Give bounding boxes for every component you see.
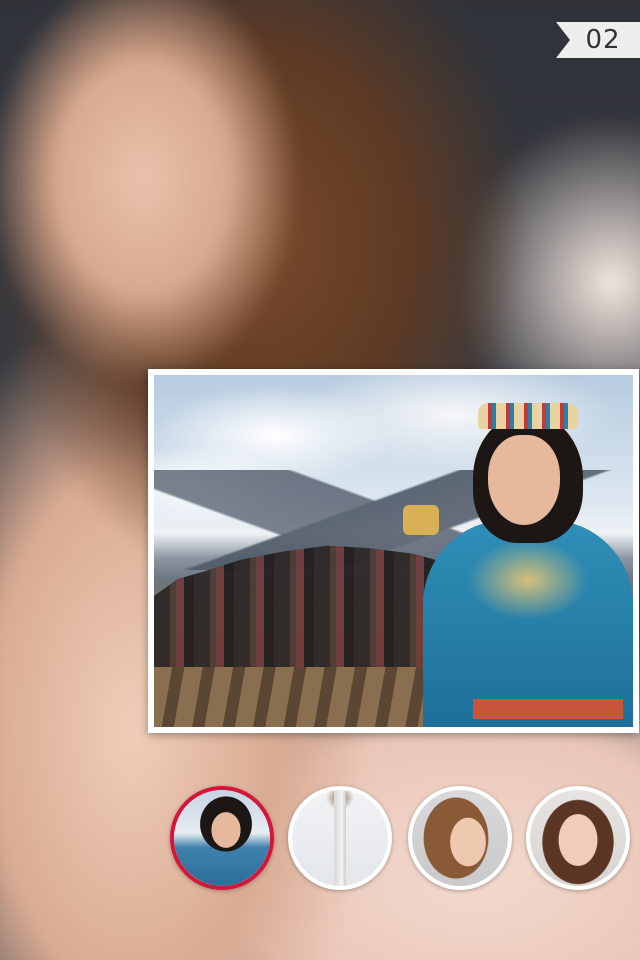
prayer-wheel — [403, 505, 439, 535]
thumbnail-2[interactable] — [288, 786, 392, 890]
page-number-label: 02 — [585, 25, 621, 55]
thumbnail-image — [530, 790, 626, 886]
thumbnail-3[interactable] — [408, 786, 512, 890]
thumbnail-image — [412, 790, 508, 886]
thumbnail-image — [174, 790, 270, 886]
thumbnail-1-selected[interactable] — [170, 786, 274, 890]
main-photo-card[interactable] — [148, 369, 639, 733]
subject-robe — [423, 520, 633, 727]
thumbnail-strip — [168, 786, 630, 890]
thumbnail-image — [292, 790, 388, 886]
subject-headdress — [478, 403, 578, 429]
thumbnail-4[interactable] — [526, 786, 630, 890]
main-photo-image — [154, 375, 633, 727]
photo-subject — [403, 395, 633, 727]
gallery-screen: 02 — [0, 0, 640, 960]
subject-belt — [473, 699, 623, 719]
subject-face — [488, 435, 560, 525]
